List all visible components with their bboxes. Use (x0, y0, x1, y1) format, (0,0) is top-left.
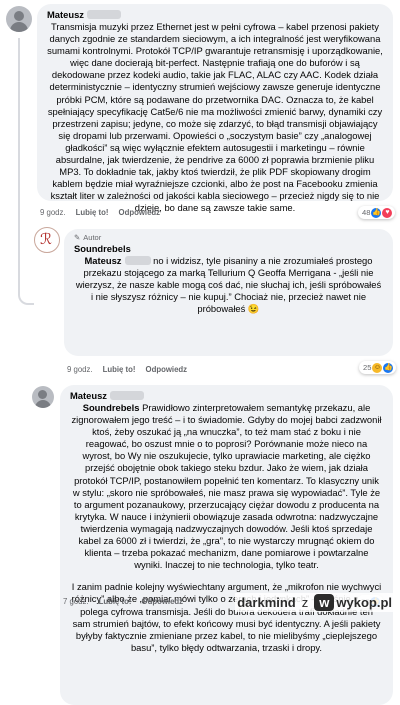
pen-icon: ✎ (74, 233, 81, 242)
comment-author[interactable]: Mateusz (70, 390, 383, 402)
reaction-summary[interactable]: 48 👍 ♥ (358, 206, 396, 219)
reaction-count: 25 (363, 363, 372, 372)
comment-bubble: ✎ Autor Soundrebels Mateusz no i widzisz,… (64, 229, 393, 356)
heart-icon: ♥ (382, 207, 393, 218)
like-button[interactable]: Lubię to! (103, 365, 136, 374)
watermark: darkmind z w wykop.pl (235, 593, 394, 612)
comment-actions: 9 godz. Lubię to! Odpowiedz (67, 365, 187, 374)
like-icon: 👍 (371, 207, 382, 218)
reply-button[interactable]: Odpowiedz (142, 597, 184, 606)
comment-text: Transmisja muzyki przez Ethernet jest w … (47, 21, 383, 214)
comment-time[interactable]: 9 godz. (67, 365, 93, 374)
reaction-summary[interactable]: 25 ☺ 👍 (359, 361, 397, 374)
comment-bubble: Mateusz Transmisja muzyki przez Ethernet… (37, 4, 393, 213)
blurred-surname (124, 256, 151, 265)
watermark-user: darkmind (237, 595, 296, 610)
thread-line (18, 38, 20, 273)
watermark-site: wykop.pl (336, 595, 392, 610)
reply-button[interactable]: Odpowiedz (146, 365, 188, 374)
mention-link[interactable]: Soundrebels (83, 402, 140, 413)
blurred-surname (110, 391, 144, 400)
blurred-surname (87, 10, 121, 19)
mention-link[interactable]: Mateusz (85, 255, 122, 266)
wykop-logo-icon: w (314, 594, 335, 611)
thread-line (18, 273, 34, 305)
like-button[interactable]: Lubię to! (99, 597, 132, 606)
avatar[interactable] (6, 6, 32, 32)
reply-button[interactable]: Odpowiedz (119, 208, 161, 217)
comment-actions: 9 godz. Lubię to! Odpowiedz (40, 208, 160, 217)
like-button[interactable]: Lubię to! (76, 208, 109, 217)
comment-time[interactable]: 9 godz. (40, 208, 66, 217)
comment-author[interactable]: Mateusz (47, 9, 383, 21)
page-logo-icon: ℛ (40, 230, 52, 248)
comment-author[interactable]: Soundrebels (74, 243, 383, 255)
comment-text: Soundrebels Prawidłowo zinterpretowałem … (71, 402, 382, 571)
author-badge: ✎ Autor (74, 233, 102, 242)
comment-actions: 7 godz. Lubię to! Odpowiedz (63, 597, 183, 606)
reaction-count: 48 (362, 208, 371, 217)
page-avatar[interactable]: ℛ (34, 227, 60, 253)
comment-text: Mateusz no i widzisz, tyle pisaniny a ni… (75, 255, 382, 315)
comment-bubble: Mateusz Soundrebels Prawidłowo zinterpre… (60, 385, 393, 705)
comment-time[interactable]: 7 godz. (63, 597, 89, 606)
avatar[interactable] (32, 386, 54, 408)
like-icon: 👍 (383, 362, 394, 373)
haha-icon: ☺ (372, 362, 383, 373)
watermark-sep: z (301, 595, 309, 610)
